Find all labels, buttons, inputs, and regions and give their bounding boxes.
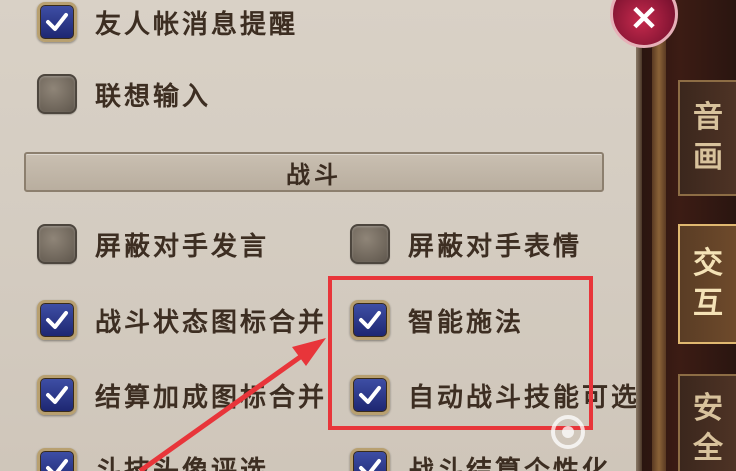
setting-duel-avatar-selection[interactable]: 斗技头像评选 (37, 448, 269, 471)
setting-label: 战斗状态图标合并 (95, 307, 328, 338)
tab-audio-video[interactable]: 音 画 (678, 80, 736, 196)
checkbox-checked[interactable] (37, 448, 77, 471)
setting-associative-input[interactable]: 联想输入 (37, 74, 211, 114)
setting-merge-settlement-bonus-icons[interactable]: 结算加成图标合并 (37, 375, 327, 415)
setting-friend-message-reminder[interactable]: 友人帐消息提醒 (37, 2, 298, 42)
setting-label: 屏蔽对手发言 (95, 231, 270, 262)
tab-label-char: 安 (693, 391, 723, 426)
setting-label: 斗技头像评选 (95, 455, 270, 471)
tab-label-char: 全 (693, 431, 723, 466)
setting-merge-battle-status-icons[interactable]: 战斗状态图标合并 (37, 300, 327, 340)
tab-label-char: 音 (693, 100, 723, 135)
section-title: 战斗 (286, 159, 342, 189)
setting-auto-battle-skill-selectable[interactable]: 自动战斗技能可选 (350, 375, 640, 415)
setting-label: 屏蔽对手表情 (408, 231, 583, 262)
checkmark-icon (46, 311, 68, 329)
checkbox-checked[interactable] (37, 2, 77, 42)
checkmark-icon (46, 386, 68, 404)
checkbox-unchecked[interactable] (37, 224, 77, 264)
checkmark-icon (359, 459, 381, 471)
tab-interaction[interactable]: 交 互 (678, 224, 736, 344)
checkbox-unchecked[interactable] (37, 74, 77, 114)
settings-panel: 友人帐消息提醒 联想输入 战斗 屏蔽对手发言 战斗状态图标合并 结算加成图标合并… (0, 0, 642, 471)
checkmark-icon (359, 386, 381, 404)
checkbox-checked[interactable] (350, 300, 390, 340)
side-tab-bar: 音 画 交 互 安 全 (642, 0, 736, 471)
checkbox-checked[interactable] (350, 448, 390, 471)
setting-smart-cast[interactable]: 智能施法 (350, 300, 524, 340)
close-icon: ✕ (629, 0, 659, 39)
setting-battle-settlement-personalization[interactable]: 战斗结算个性化 (350, 448, 611, 471)
tab-security[interactable]: 安 全 (678, 374, 736, 471)
setting-label: 智能施法 (408, 307, 525, 338)
checkbox-unchecked[interactable] (350, 224, 390, 264)
checkmark-icon (46, 13, 68, 31)
setting-label: 战斗结算个性化 (408, 455, 612, 471)
setting-label: 自动战斗技能可选 (408, 382, 641, 413)
checkmark-icon (46, 459, 68, 471)
setting-label: 结算加成图标合并 (95, 382, 328, 413)
checkmark-icon (359, 311, 381, 329)
wooden-pole-decoration (652, 0, 666, 471)
tab-label-char: 画 (693, 140, 723, 175)
section-header-battle: 战斗 (24, 152, 604, 192)
setting-label: 联想输入 (95, 81, 212, 112)
setting-label: 友人帐消息提醒 (95, 9, 299, 40)
checkbox-checked[interactable] (350, 375, 390, 415)
checkbox-checked[interactable] (37, 375, 77, 415)
tab-label-char: 交 (693, 246, 723, 281)
setting-block-opponent-emotes[interactable]: 屏蔽对手表情 (350, 224, 582, 264)
setting-block-opponent-chat[interactable]: 屏蔽对手发言 (37, 224, 269, 264)
tab-label-char: 互 (693, 286, 723, 321)
checkbox-checked[interactable] (37, 300, 77, 340)
